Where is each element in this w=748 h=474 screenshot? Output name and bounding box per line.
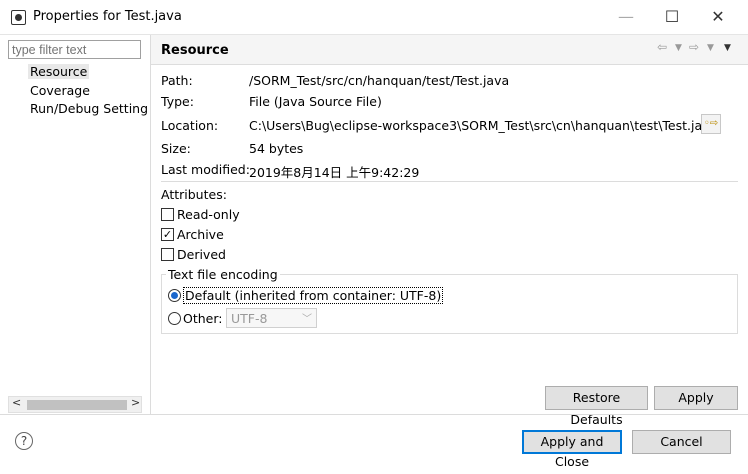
size-label: Size:	[161, 141, 191, 156]
close-button[interactable]: ✕	[695, 0, 741, 34]
location-label: Location:	[161, 118, 219, 133]
read-only-label[interactable]: Read-only	[177, 207, 240, 222]
archive-label[interactable]: Archive	[177, 227, 224, 242]
forward-dropdown-icon[interactable]: ▼	[707, 43, 714, 53]
back-arrow-icon[interactable]: ⇦	[657, 40, 667, 54]
help-icon[interactable]: ?	[15, 432, 33, 450]
size-value: 54 bytes	[249, 141, 304, 156]
back-dropdown-icon[interactable]: ▼	[675, 43, 682, 53]
modified-label: Last modified:	[161, 162, 250, 177]
derived-checkbox[interactable]	[161, 248, 174, 261]
page-title: Resource	[161, 43, 229, 58]
forward-arrow-icon[interactable]: ⇨	[689, 40, 699, 54]
other-encoding-radio[interactable]	[168, 312, 181, 325]
derived-label[interactable]: Derived	[177, 247, 226, 262]
scrollbar-thumb[interactable]	[27, 400, 127, 410]
divider	[161, 181, 738, 182]
view-menu-icon[interactable]: ▼	[724, 43, 731, 53]
text-encoding-title: Text file encoding	[166, 267, 280, 282]
type-label: Type:	[161, 94, 194, 109]
restore-defaults-button[interactable]: Restore Defaults	[545, 386, 648, 427]
apply-button[interactable]: Apply	[654, 386, 738, 410]
modified-value: 2019年8月14日 上午9:42:29	[249, 165, 420, 180]
type-value: File (Java Source File)	[249, 94, 382, 109]
apply-and-close-button[interactable]: Apply and Close	[522, 430, 622, 469]
sidebar-item-run-debug[interactable]: Run/Debug Setting	[28, 101, 150, 116]
show-in-explorer-icon[interactable]: ◦⇨	[701, 114, 721, 134]
location-value: C:\Users\Bug\eclipse-workspace3\SORM_Tes…	[249, 118, 718, 133]
eclipse-icon	[11, 10, 26, 25]
attributes-label: Attributes:	[161, 187, 227, 202]
minimize-button[interactable]: —	[603, 0, 649, 34]
sidebar-item-coverage[interactable]: Coverage	[28, 83, 92, 98]
archive-checkbox[interactable]: ✓	[161, 228, 174, 241]
default-encoding-radio[interactable]	[168, 289, 181, 302]
horizontal-scrollbar[interactable]: < >	[8, 396, 142, 413]
sidebar-item-resource[interactable]: Resource	[28, 64, 90, 79]
default-encoding-label[interactable]: Default (inherited from container: UTF-8…	[183, 287, 444, 304]
filter-input[interactable]	[8, 40, 141, 59]
footer-divider	[0, 414, 748, 415]
chevron-left-icon[interactable]: <	[12, 396, 21, 409]
cancel-button[interactable]: Cancel	[632, 430, 731, 454]
chevron-down-icon: ﹀	[302, 314, 312, 325]
path-value: /SORM_Test/src/cn/hanquan/test/Test.java	[249, 73, 510, 88]
path-label: Path:	[161, 73, 193, 88]
maximize-button[interactable]: ☐	[649, 0, 695, 34]
read-only-checkbox[interactable]	[161, 208, 174, 221]
window-title: Properties for Test.java	[33, 9, 182, 24]
chevron-right-icon[interactable]: >	[131, 396, 140, 409]
other-encoding-label[interactable]: Other:	[183, 311, 222, 326]
